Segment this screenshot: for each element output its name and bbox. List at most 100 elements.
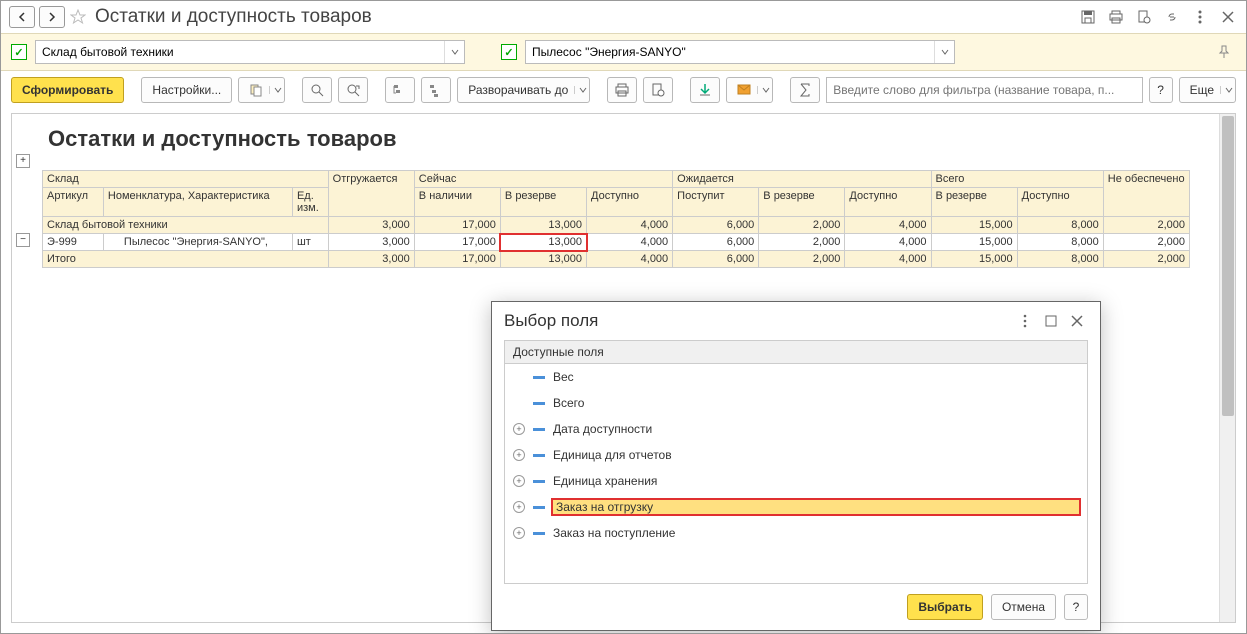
field-row[interactable]: + Единица для отчетов	[505, 442, 1087, 468]
field-type-icon	[533, 506, 545, 509]
col-not-secured: Не обеспечено	[1103, 171, 1189, 217]
field-list-header: Доступные поля	[504, 340, 1088, 364]
field-row[interactable]: Вес	[505, 364, 1087, 390]
report-table: Склад Отгружается Сейчас Ожидается Всего…	[42, 170, 1190, 268]
variants-button[interactable]	[238, 77, 285, 103]
sum-button[interactable]	[790, 77, 820, 103]
expand-icon[interactable]: +	[513, 527, 525, 539]
field-list[interactable]: Вес Всего + Дата доступности + Единица для от…	[504, 364, 1088, 584]
warehouse-combo[interactable]	[35, 40, 465, 64]
expand-button[interactable]	[421, 77, 451, 103]
field-name: Единица хранения	[553, 474, 1079, 488]
col-reserved-tot: В резерве	[931, 188, 1017, 217]
product-input[interactable]	[526, 45, 934, 59]
dialog-close-icon[interactable]	[1066, 310, 1088, 332]
field-row[interactable]: Всего	[505, 390, 1087, 416]
col-warehouse: Склад	[43, 171, 329, 188]
preview-icon[interactable]	[1134, 7, 1154, 27]
settings-button[interactable]: Настройки...	[141, 77, 232, 103]
expand-to-button[interactable]: Разворачивать до	[457, 77, 590, 103]
toolbar: Сформировать Настройки... Разворачивать …	[1, 71, 1246, 109]
expand-icon[interactable]: +	[513, 423, 525, 435]
help-button[interactable]: ?	[1149, 77, 1173, 103]
dialog-maximize-icon[interactable]	[1040, 310, 1062, 332]
field-type-icon	[533, 402, 545, 405]
link-icon[interactable]	[1162, 7, 1182, 27]
print-preview-button[interactable]	[643, 77, 673, 103]
expand-icon[interactable]: +	[513, 475, 525, 487]
col-nomenclature: Номенклатура, Характеристика	[103, 188, 292, 217]
search-button[interactable]	[302, 77, 332, 103]
menu-dots-icon[interactable]	[1190, 7, 1210, 27]
cancel-button[interactable]: Отмена	[991, 594, 1056, 620]
page-title: Остатки и доступность товаров	[95, 6, 372, 28]
field-row[interactable]: + Единица хранения	[505, 468, 1087, 494]
col-total: Всего	[931, 171, 1103, 188]
warehouse-filter-checkbox[interactable]: ✓	[11, 44, 27, 60]
main-window: Остатки и доступность товаров ✓ ✓ Сформи…	[0, 0, 1247, 634]
back-button[interactable]	[9, 6, 35, 28]
expand-all-toggle[interactable]: +	[16, 154, 30, 168]
pin-icon[interactable]	[1212, 40, 1236, 64]
col-incoming: Поступит	[673, 188, 759, 217]
dialog-title: Выбор поля	[504, 311, 1010, 331]
product-combo[interactable]	[525, 40, 955, 64]
dialog-help-button[interactable]: ?	[1064, 594, 1088, 620]
field-row[interactable]: + Заказ на поступление	[505, 520, 1087, 546]
col-reserved-exp: В резерве	[759, 188, 845, 217]
field-type-icon	[533, 454, 545, 457]
favorite-icon[interactable]	[69, 8, 87, 26]
dialog-menu-icon[interactable]	[1014, 310, 1036, 332]
field-name: Заказ на отгрузку	[553, 500, 1079, 514]
field-name: Вес	[553, 370, 1079, 384]
more-button[interactable]: Еще	[1179, 77, 1236, 103]
highlighted-reserved-cell[interactable]: 13,000	[500, 234, 586, 251]
col-available-exp: Доступно	[845, 188, 931, 217]
search-next-button[interactable]	[338, 77, 368, 103]
generate-button[interactable]: Сформировать	[11, 77, 124, 103]
field-type-icon	[533, 532, 545, 535]
col-reserved-now: В резерве	[500, 188, 586, 217]
titlebar: Остатки и доступность товаров	[1, 1, 1246, 33]
group-toggle[interactable]: −	[16, 233, 30, 247]
select-button[interactable]: Выбрать	[907, 594, 983, 620]
group-row[interactable]: Склад бытовой техники 3,000 17,000 13,00…	[43, 217, 1190, 234]
field-name: Единица для отчетов	[553, 448, 1079, 462]
collapse-button[interactable]	[385, 77, 415, 103]
field-picker-dialog: Выбор поля Доступные поля Вес Всего + Дата …	[491, 301, 1101, 631]
total-row: Итого 3,000 17,000 13,000 4,000 6,000 2,…	[43, 251, 1190, 268]
field-type-icon	[533, 376, 545, 379]
print-button[interactable]	[607, 77, 637, 103]
save-button[interactable]	[690, 77, 720, 103]
expand-icon	[513, 371, 525, 383]
col-available-now: Доступно	[587, 188, 673, 217]
filter-input[interactable]	[826, 77, 1142, 103]
product-filter-checkbox[interactable]: ✓	[501, 44, 517, 60]
warehouse-input[interactable]	[36, 45, 444, 59]
col-available-tot: Доступно	[1017, 188, 1103, 217]
dialog-titlebar: Выбор поля	[492, 302, 1100, 340]
field-type-icon	[533, 480, 545, 483]
close-icon[interactable]	[1218, 7, 1238, 27]
field-row[interactable]: + Дата доступности	[505, 416, 1087, 442]
forward-button[interactable]	[39, 6, 65, 28]
expand-icon[interactable]: +	[513, 501, 525, 513]
field-name: Заказ на поступление	[553, 526, 1079, 540]
expand-icon	[513, 397, 525, 409]
print-icon[interactable]	[1106, 7, 1126, 27]
col-article: Артикул	[43, 188, 104, 217]
field-row[interactable]: + Заказ на отгрузку	[505, 494, 1087, 520]
email-button[interactable]	[726, 77, 773, 103]
report-title: Остатки и доступность товаров	[42, 114, 1217, 170]
save-icon[interactable]	[1078, 7, 1098, 27]
vertical-scrollbar[interactable]	[1219, 114, 1235, 622]
expand-icon[interactable]: +	[513, 449, 525, 461]
field-name: Дата доступности	[553, 422, 1079, 436]
col-in-stock: В наличии	[414, 188, 500, 217]
field-type-icon	[533, 428, 545, 431]
warehouse-dropdown-button[interactable]	[444, 41, 464, 63]
product-dropdown-button[interactable]	[934, 41, 954, 63]
filter-bar: ✓ ✓	[1, 33, 1246, 71]
data-row[interactable]: Э-999 Пылесос "Энергия-SANYO", шт 3,000 …	[43, 234, 1190, 251]
col-now: Сейчас	[414, 171, 672, 188]
